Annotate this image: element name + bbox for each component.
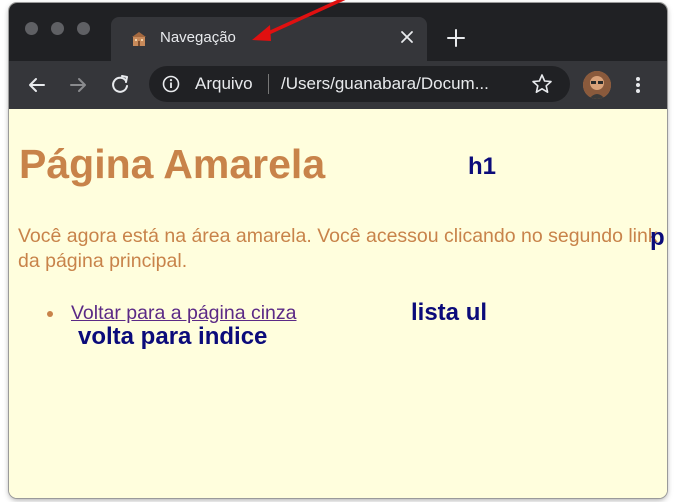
back-to-gray-link[interactable]: Voltar para a página cinza [71,302,297,325]
page-title: Página Amarela [19,141,326,187]
bullet-icon [47,311,53,317]
browser-toolbar: Arquivo /Users/guanabara/Docum... [9,61,667,109]
close-window-button[interactable] [25,22,38,35]
menu-icon[interactable] [629,73,647,97]
forward-icon[interactable] [66,73,90,97]
reload-icon[interactable] [108,73,132,97]
browser-window: Navegação Arquivo /Users/guanabara/Docum… [9,3,667,498]
annotation-h1: h1 [468,153,497,180]
origin-chip[interactable]: Arquivo [195,74,253,94]
annotation-link: volta para indice [78,323,268,350]
star-icon[interactable] [531,73,553,95]
info-icon[interactable] [162,75,180,93]
page-paragraph: Você agora está na área amarela. Você ac… [18,225,658,272]
divider [268,74,269,94]
annotation-p: p [650,224,665,251]
address-bar[interactable]: Arquivo /Users/guanabara/Docum... [149,66,570,102]
avatar[interactable] [583,71,611,99]
maximize-window-button[interactable] [77,22,90,35]
url-text[interactable]: /Users/guanabara/Docum... [281,74,517,94]
annotation-arrow-icon [252,0,346,41]
plus-icon[interactable] [445,27,467,49]
back-icon[interactable] [25,73,49,97]
profile-photo-icon [583,71,611,99]
tab-title: Navegação [160,29,236,46]
favicon-icon [132,32,146,46]
annotation-ul: lista ul [411,299,488,326]
close-icon[interactable] [397,27,417,47]
minimize-window-button[interactable] [51,22,64,35]
page-content: Página Amarela Você agora está na área a… [9,109,667,498]
